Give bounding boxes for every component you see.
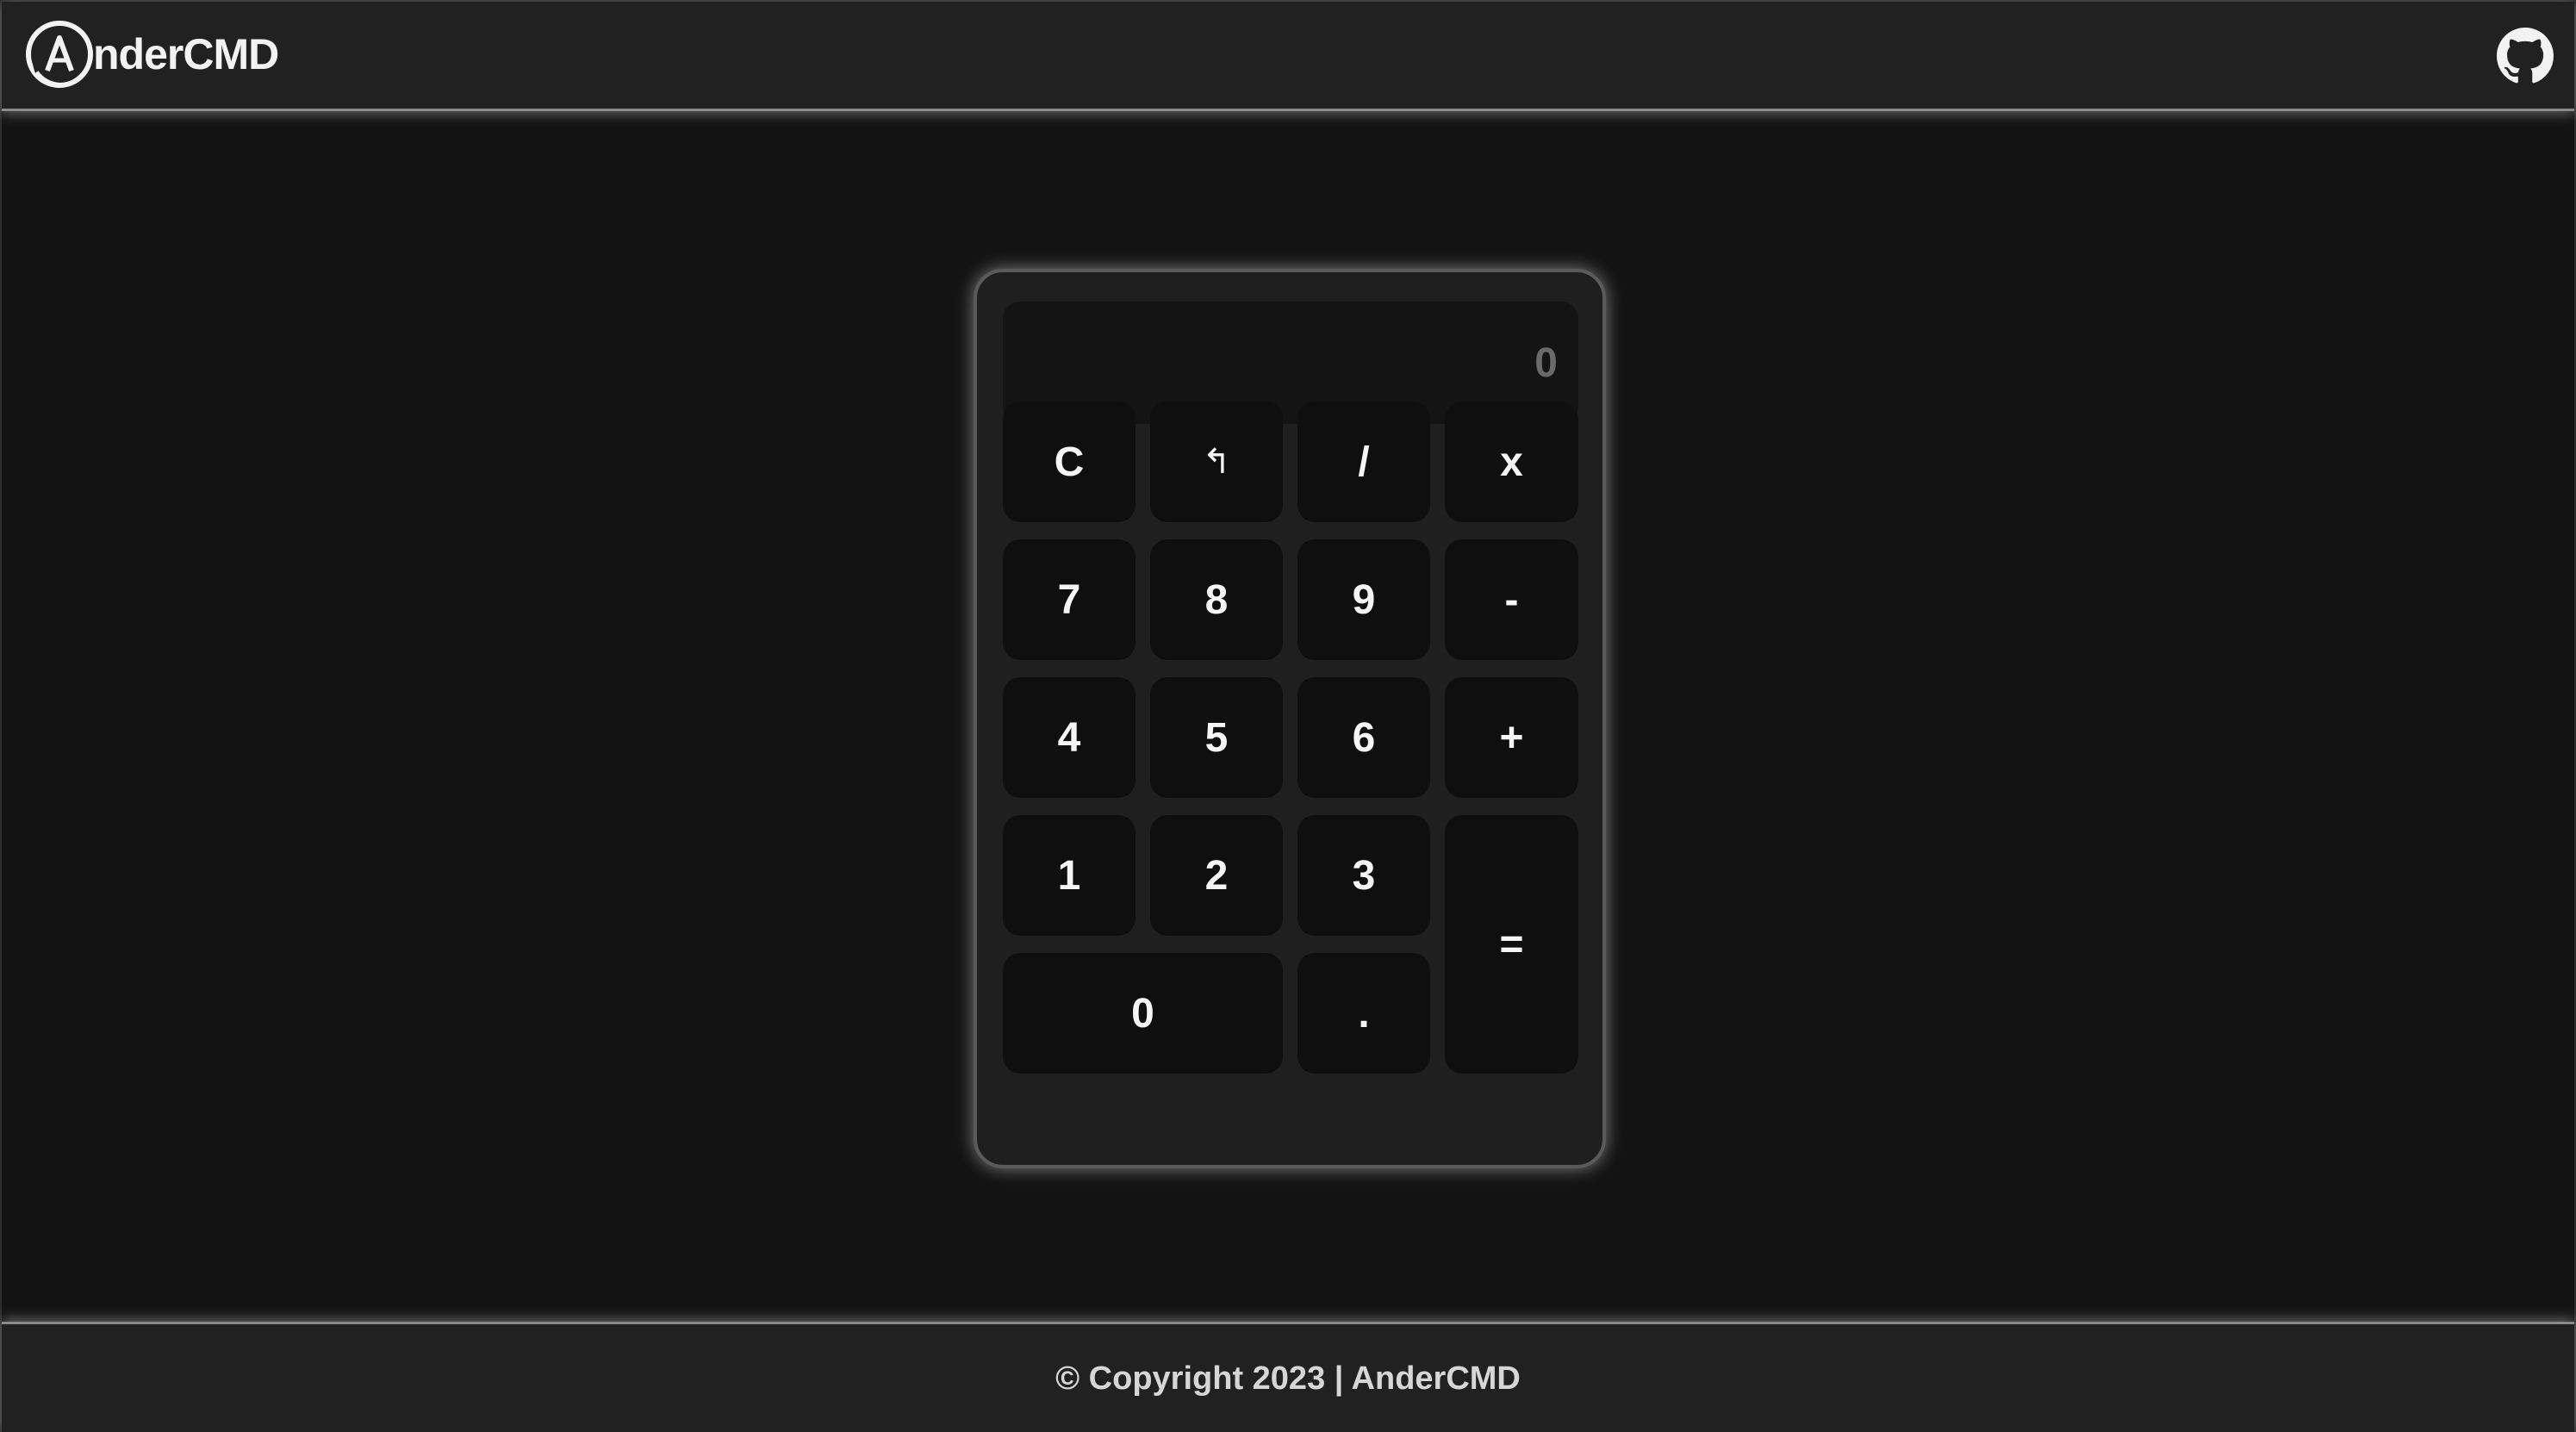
footer: © Copyright 2023 | AnderCMD <box>2 1322 2574 1432</box>
top-bar: nderCMD <box>2 2 2574 111</box>
digit-8-button[interactable]: 8 <box>1150 539 1283 660</box>
digit-5-button[interactable]: 5 <box>1150 677 1283 798</box>
github-icon[interactable] <box>2497 28 2554 84</box>
plus-button[interactable]: + <box>1445 677 1578 798</box>
digit-0-button[interactable]: 0 <box>1003 953 1283 1074</box>
digit-1-button[interactable]: 1 <box>1003 815 1136 936</box>
multiply-button[interactable]: x <box>1445 402 1578 522</box>
divide-button[interactable]: / <box>1297 402 1430 522</box>
digit-3-button[interactable]: 3 <box>1297 815 1430 936</box>
page: nderCMD 0 C ↰ / x 7 8 9 - 4 5 6 + 1 2 3 … <box>0 0 2576 1432</box>
brand[interactable]: nderCMD <box>24 17 279 91</box>
backspace-button[interactable]: ↰ <box>1150 402 1283 522</box>
digit-6-button[interactable]: 6 <box>1297 677 1430 798</box>
digit-9-button[interactable]: 9 <box>1297 539 1430 660</box>
digit-2-button[interactable]: 2 <box>1150 815 1283 936</box>
calculator: 0 C ↰ / x 7 8 9 - 4 5 6 + 1 2 3 = 0 . <box>974 269 1606 1168</box>
equals-button[interactable]: = <box>1445 815 1578 1074</box>
digit-7-button[interactable]: 7 <box>1003 539 1136 660</box>
brand-name: nderCMD <box>93 30 279 78</box>
clear-button[interactable]: C <box>1003 402 1136 522</box>
display-value: 0 <box>1534 339 1558 386</box>
brand-logo-icon <box>26 21 93 88</box>
copyright-text: © Copyright 2023 | AnderCMD <box>1055 1360 1521 1397</box>
backspace-icon: ↰ <box>1202 443 1231 481</box>
minus-button[interactable]: - <box>1445 539 1578 660</box>
decimal-button[interactable]: . <box>1297 953 1430 1074</box>
digit-4-button[interactable]: 4 <box>1003 677 1136 798</box>
